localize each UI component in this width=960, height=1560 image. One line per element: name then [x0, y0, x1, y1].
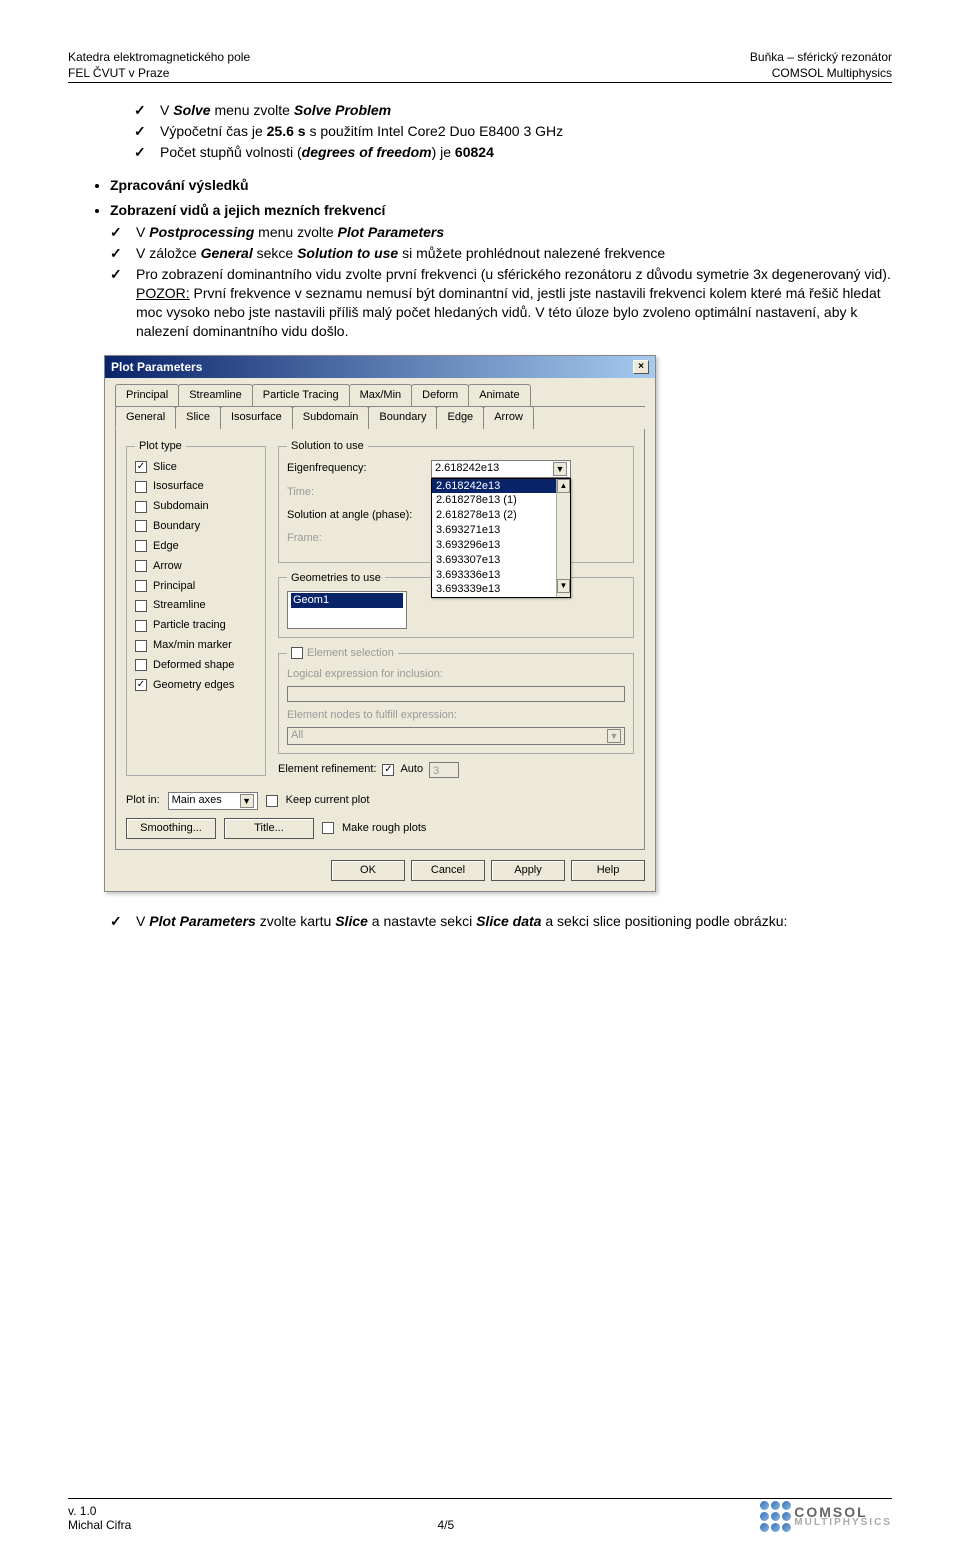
logo-dot-icon	[760, 1523, 769, 1532]
logo-dot-icon	[782, 1512, 791, 1521]
header-rule	[68, 82, 892, 83]
tab-edge[interactable]: Edge	[436, 406, 484, 429]
chk-arrow[interactable]: Arrow	[135, 559, 257, 574]
cancel-button[interactable]: Cancel	[411, 860, 485, 881]
footer-version: v. 1.0	[68, 1504, 131, 1518]
rough-label: Make rough plots	[342, 821, 426, 836]
eigen-opt-5[interactable]: 3.693307e13	[432, 553, 570, 568]
elsel-input	[287, 686, 625, 702]
phase-label: Solution at angle (phase):	[287, 508, 425, 523]
bullet-solve: V Solve menu zvolte Solve Problem	[134, 101, 892, 120]
scroll-up-icon[interactable]: ▲	[557, 479, 570, 493]
chk-deformed[interactable]: Deformed shape	[135, 658, 257, 673]
elsel-legend: Element selection	[307, 647, 394, 659]
plot-type-legend: Plot type	[135, 439, 186, 454]
eigen-opt-0[interactable]: 2.618242e13	[432, 479, 570, 494]
tab-isosurface[interactable]: Isosurface	[220, 406, 293, 429]
tab-deform[interactable]: Deform	[411, 384, 469, 406]
bullet-slice: V Plot Parameters zvolte kartu Slice a n…	[110, 912, 892, 931]
rough-check[interactable]	[322, 822, 334, 834]
tab-streamline[interactable]: Streamline	[178, 384, 253, 406]
tab-arrow[interactable]: Arrow	[483, 406, 534, 429]
bullet-general-tab: V záložce General sekce Solution to use …	[110, 244, 892, 263]
chk-streamline[interactable]: Streamline	[135, 598, 257, 613]
plot-parameters-dialog: Plot Parameters × Principal Streamline P…	[104, 355, 656, 892]
logo-dot-icon	[760, 1512, 769, 1521]
comsol-logo: COMSOL MULTIPHYSICS	[760, 1501, 892, 1532]
refine-auto-check[interactable]: ✓	[382, 764, 394, 776]
eigen-opt-7[interactable]: 3.693339e13	[432, 582, 570, 597]
apply-button[interactable]: Apply	[491, 860, 565, 881]
chk-edge[interactable]: Edge	[135, 539, 257, 554]
eigen-opt-1[interactable]: 2.618278e13 (1)	[432, 493, 570, 508]
help-button[interactable]: Help	[571, 860, 645, 881]
tab-general[interactable]: General	[115, 406, 176, 429]
chk-subdomain[interactable]: Subdomain	[135, 499, 257, 514]
bullet-dof: Počet stupňů volnosti (degrees of freedo…	[134, 143, 892, 162]
section-results: Zpracování výsledků	[110, 176, 892, 195]
header-left1: Katedra elektromagnetického pole	[68, 50, 250, 64]
footer-rule	[68, 1498, 892, 1499]
logo-dot-icon	[760, 1501, 769, 1510]
bullet-postproc: V Postprocessing menu zvolte Plot Parame…	[110, 223, 892, 242]
tab-boundary[interactable]: Boundary	[368, 406, 437, 429]
frame-label: Frame:	[287, 531, 425, 546]
header-left2: FEL ČVUT v Praze	[68, 66, 169, 80]
chk-maxmin[interactable]: Max/min marker	[135, 638, 257, 653]
time-label: Time:	[287, 485, 425, 500]
chk-particle-tracing[interactable]: Particle tracing	[135, 618, 257, 633]
section-modes: Zobrazení vidů a jejich mezních frekvenc…	[110, 201, 892, 931]
chk-boundary[interactable]: Boundary	[135, 519, 257, 534]
elsel-label: Logical expression for inclusion:	[287, 667, 625, 682]
tab-particle-tracing[interactable]: Particle Tracing	[252, 384, 350, 406]
bullet-time: Výpočetní čas je 25.6 s s použitím Intel…	[134, 122, 892, 141]
eigen-combo[interactable]: 2.618242e13▼	[431, 460, 571, 478]
close-icon[interactable]: ×	[633, 360, 649, 374]
eigen-opt-6[interactable]: 3.693336e13	[432, 568, 570, 583]
logo-text-2: MULTIPHYSICS	[794, 1518, 892, 1527]
smoothing-button[interactable]: Smoothing...	[126, 818, 216, 839]
eigen-opt-2[interactable]: 2.618278e13 (2)	[432, 508, 570, 523]
plotin-combo[interactable]: Main axes▼	[168, 792, 258, 810]
logo-dot-icon	[782, 1501, 791, 1510]
elnodes-label: Element nodes to fulfill expression:	[287, 708, 625, 723]
eigen-label: Eigenfrequency:	[287, 461, 425, 476]
title-button[interactable]: Title...	[224, 818, 314, 839]
scroll-down-icon[interactable]: ▼	[557, 579, 570, 593]
chk-geom-edges[interactable]: ✓Geometry edges	[135, 678, 257, 693]
logo-dot-icon	[771, 1523, 780, 1532]
geom-legend: Geometries to use	[287, 571, 385, 586]
elnodes-combo: All▼	[287, 727, 625, 745]
keep-label: Keep current plot	[286, 793, 370, 808]
refine-input: 3	[429, 762, 459, 778]
tab-maxmin[interactable]: Max/Min	[349, 384, 413, 406]
chk-slice[interactable]: ✓Slice	[135, 460, 257, 475]
bullet-pozor: Pro zobrazení dominantního vidu zvolte p…	[110, 265, 892, 341]
chk-isosurface[interactable]: Isosurface	[135, 479, 257, 494]
header-right1: Buňka – sférický rezonátor	[750, 50, 892, 64]
header-right2: COMSOL Multiphysics	[772, 66, 892, 80]
ok-button[interactable]: OK	[331, 860, 405, 881]
keep-check[interactable]	[266, 795, 278, 807]
eigen-opt-4[interactable]: 3.693296e13	[432, 538, 570, 553]
solution-legend: Solution to use	[287, 439, 368, 454]
logo-dot-icon	[771, 1501, 780, 1510]
refine-label: Element refinement:	[278, 762, 376, 777]
tab-principal[interactable]: Principal	[115, 384, 179, 406]
dialog-title: Plot Parameters	[111, 359, 202, 375]
logo-dot-icon	[771, 1512, 780, 1521]
tab-slice[interactable]: Slice	[175, 406, 221, 429]
eigen-opt-3[interactable]: 3.693271e13	[432, 523, 570, 538]
tab-subdomain[interactable]: Subdomain	[292, 406, 370, 429]
plotin-label: Plot in:	[126, 793, 160, 808]
chk-principal[interactable]: Principal	[135, 579, 257, 594]
footer-author: Michal Cifra	[68, 1518, 131, 1532]
tab-animate[interactable]: Animate	[468, 384, 530, 406]
chevron-down-icon[interactable]: ▼	[553, 462, 567, 476]
logo-dot-icon	[782, 1523, 791, 1532]
footer-page: 4/5	[437, 1518, 454, 1532]
geom-listbox[interactable]: Geom1	[287, 591, 407, 629]
